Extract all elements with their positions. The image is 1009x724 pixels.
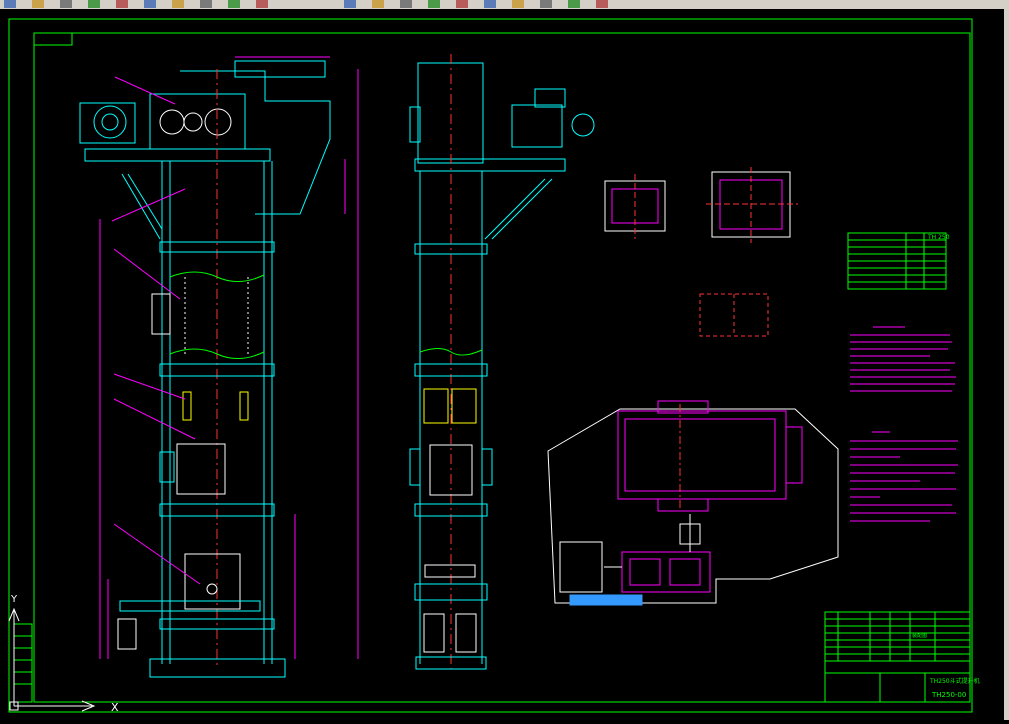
plan-view (547, 400, 839, 606)
grid-icon[interactable] (456, 0, 468, 8)
zoom-realtime-icon[interactable] (344, 0, 356, 8)
layer-icon[interactable] (512, 0, 524, 8)
margin-legend (13, 623, 33, 703)
save-icon[interactable] (60, 0, 72, 8)
undo-icon[interactable] (200, 0, 212, 8)
title-material-label: 装配图 (912, 632, 927, 639)
paste-icon[interactable] (172, 0, 184, 8)
text-icon[interactable] (428, 0, 440, 8)
pan-icon[interactable] (256, 0, 268, 8)
corner-label-box (33, 32, 73, 46)
vertical-scrollbar[interactable] (1004, 9, 1009, 720)
title-block (824, 611, 971, 703)
cad-drawing: TH 250 TH250斗式提升机 TH250-00 装配图 Y X (8, 18, 980, 714)
cut-icon[interactable] (116, 0, 128, 8)
ucs-y-label: Y (10, 594, 18, 605)
layer-state-icon[interactable] (568, 0, 580, 8)
redo-icon[interactable] (228, 0, 240, 8)
side-view (409, 54, 595, 670)
detail-views (604, 167, 798, 337)
copy-icon[interactable] (144, 0, 156, 8)
open-icon[interactable] (32, 0, 44, 8)
spec-table-header: TH 250 (927, 234, 950, 241)
spec-table (847, 232, 947, 290)
front-view (79, 56, 359, 678)
ucs-x-label: X (111, 701, 119, 714)
table-icon[interactable] (484, 0, 496, 8)
print-icon[interactable] (88, 0, 100, 8)
technical-notes (850, 326, 958, 522)
title-drawing-name: TH250斗式提升机 (929, 677, 980, 685)
title-drawing-number: TH250-00 (931, 691, 966, 699)
zoom-previous-icon[interactable] (400, 0, 412, 8)
outer-frame (8, 18, 973, 713)
color-icon[interactable] (540, 0, 552, 8)
drawing-canvas[interactable]: TH 250 TH250斗式提升机 TH250-00 装配图 Y X (0, 9, 1004, 720)
properties-icon[interactable] (596, 0, 608, 8)
zoom-window-icon[interactable] (372, 0, 384, 8)
new-icon[interactable] (4, 0, 16, 8)
